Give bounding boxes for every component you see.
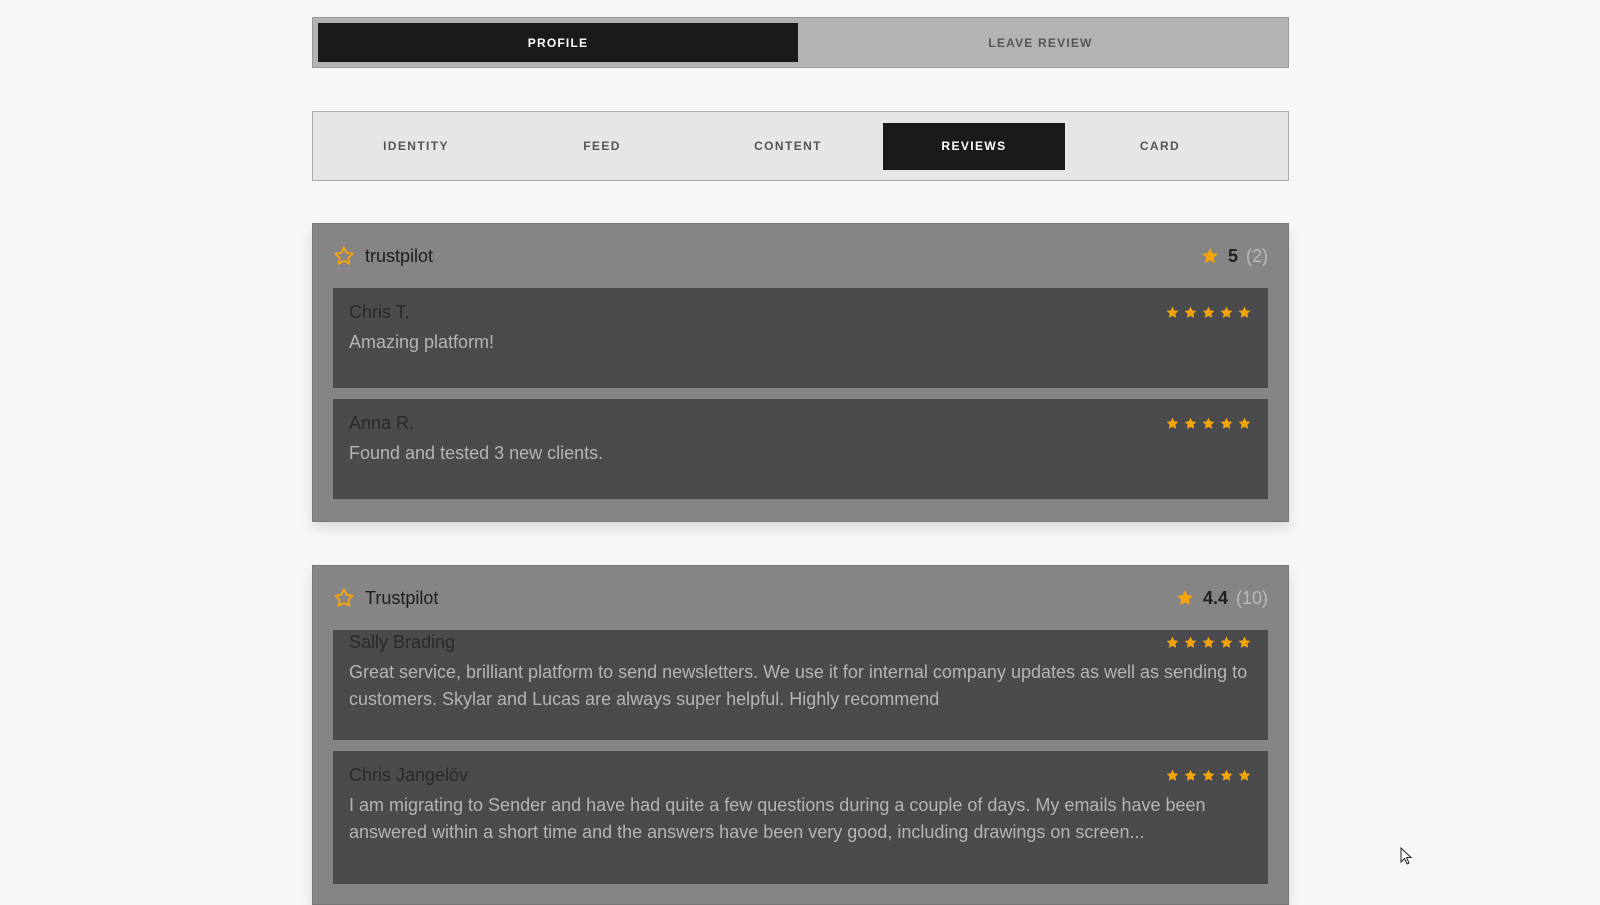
star-filled-icon <box>1202 306 1215 318</box>
sub-tab-bar: IDENTITY FEED CONTENT REVIEWS CARD <box>312 111 1289 181</box>
star-filled-icon <box>1202 636 1215 648</box>
review-item: Anna R. Found and tested 3 new clients. <box>333 399 1268 499</box>
reviewer-name: Chris T. <box>349 302 410 322</box>
star-filled-icon <box>1166 769 1179 781</box>
rating-value: 4.4 <box>1202 587 1228 608</box>
star-rating <box>1165 305 1252 320</box>
star-filled-icon <box>1238 769 1251 781</box>
rating-summary: 5 (2) <box>1200 246 1268 267</box>
reviewer-name: Sally Brading <box>349 632 456 652</box>
reviewer-name: Anna R. <box>349 413 415 433</box>
review-card-trustpilot-2: Trustpilot 4.4 (10) Sally Brading Great … <box>312 565 1289 905</box>
star-filled-icon <box>1184 306 1197 318</box>
tab-reviews[interactable]: REVIEWS <box>883 122 1065 170</box>
star-rating <box>1165 416 1252 431</box>
review-item: Sally Brading Great service, brilliant p… <box>333 630 1268 740</box>
star-filled-icon <box>1220 636 1233 648</box>
rating-value: 5 <box>1227 245 1238 266</box>
star-filled-icon <box>1238 306 1251 318</box>
star-rating <box>1165 768 1252 783</box>
star-filled-icon <box>1166 417 1179 429</box>
star-outline-icon <box>334 246 354 265</box>
tab-feed[interactable]: FEED <box>511 123 693 170</box>
star-filled-icon <box>1202 769 1215 781</box>
star-filled-icon <box>1184 769 1197 781</box>
review-card-trustpilot: trustpilot 5 (2) Chris T. Amazing platfo… <box>312 223 1289 522</box>
star-filled-icon <box>1220 306 1233 318</box>
star-outline-icon <box>334 588 354 607</box>
tab-content[interactable]: CONTENT <box>697 123 879 170</box>
mouse-cursor-icon <box>1400 847 1412 865</box>
tab-leave-review[interactable]: LEAVE REVIEW <box>798 23 1283 62</box>
reviewer-name: Chris Jangelöv <box>349 765 469 785</box>
card-header: Trustpilot 4.4 (10) <box>333 566 1268 630</box>
rating-count: (10) <box>1235 587 1268 608</box>
star-filled-icon <box>1238 417 1251 429</box>
provider-name: Trustpilot <box>365 587 439 608</box>
star-filled-icon <box>1238 636 1251 648</box>
provider-name: trustpilot <box>365 245 434 266</box>
tab-identity[interactable]: IDENTITY <box>325 123 507 170</box>
tab-profile[interactable]: PROFILE <box>318 23 798 62</box>
star-filled-icon <box>1202 417 1215 429</box>
star-filled-icon <box>1202 248 1218 264</box>
page-container: PROFILE LEAVE REVIEW IDENTITY FEED CONTE… <box>312 17 1289 905</box>
review-text: Great service, brilliant platform to sen… <box>349 662 1248 709</box>
review-text: Found and tested 3 new clients. <box>349 443 604 463</box>
review-text: I am migrating to Sender and have had qu… <box>349 795 1206 842</box>
star-filled-icon <box>1220 417 1233 429</box>
top-tab-bar: PROFILE LEAVE REVIEW <box>312 17 1289 68</box>
review-item: Chris T. Amazing platform! <box>333 288 1268 388</box>
star-filled-icon <box>1166 636 1179 648</box>
star-filled-icon <box>1166 306 1179 318</box>
review-item: Chris Jangelöv I am migrating to Sender … <box>333 751 1268 884</box>
rating-summary: 4.4 (10) <box>1175 588 1268 609</box>
tab-card[interactable]: CARD <box>1069 123 1251 170</box>
star-filled-icon <box>1177 590 1193 606</box>
review-text: Amazing platform! <box>349 332 495 352</box>
star-filled-icon <box>1220 769 1233 781</box>
rating-count: (2) <box>1246 245 1268 266</box>
star-filled-icon <box>1184 636 1197 648</box>
card-header: trustpilot 5 (2) <box>333 224 1268 288</box>
star-filled-icon <box>1184 417 1197 429</box>
star-rating <box>1165 635 1252 650</box>
